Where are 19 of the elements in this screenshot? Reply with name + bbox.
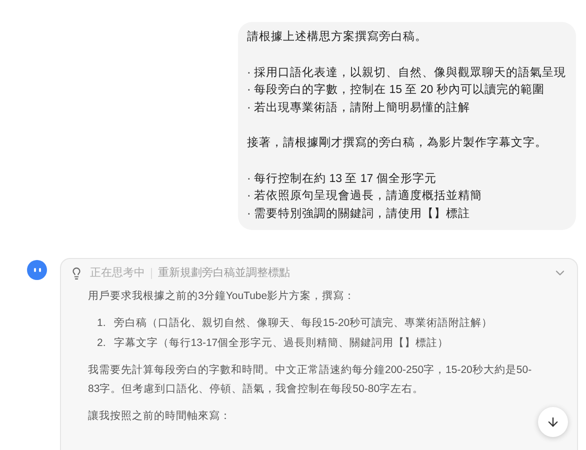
thinking-text: 用戶要求我根據之前的3分鐘YouTube影片方案，撰寫： bbox=[88, 289, 356, 304]
bullet-item: · 需要特別強調的關鍵詞，請使用【】標註 bbox=[247, 206, 472, 222]
list-number: 1. bbox=[97, 316, 106, 331]
thinking-text: 我需要先計算每段旁白的字數和時間。中文正常語速約每分鐘200-250字，15-20秒大約是50-83字。但考慮到口語化、停頓、語氣，我會控制在每段50-80字左右。 bbox=[88, 363, 533, 397]
thinking-text: 讓我按照之前的時間軸來寫： bbox=[88, 409, 232, 424]
bullet-item: · 採用口語化表達，以親切、自然、像與觀眾聊天的語氣呈現 bbox=[247, 66, 567, 80]
bullet-item: · 若依照原句呈現會過長，請適度概括並精簡 bbox=[247, 188, 484, 204]
bullet-item: · 每段旁白的字數，控制在 15 至 20 秒內可以讀完的範圍 bbox=[247, 82, 546, 98]
list-item-text: 字幕文字（每行13-17個全形字元、過長則精簡、關鍵詞用【】標註） bbox=[114, 336, 449, 351]
assistant-avatar bbox=[27, 260, 47, 280]
bullet-item: · 若出現專業術語，請附上簡明易懂的註解 bbox=[247, 100, 472, 116]
list-number: 2. bbox=[97, 336, 106, 351]
bullet-item: · 每行控制在約 13 至 17 個全形字元 bbox=[247, 171, 438, 186]
message-text: 請根據上述構思方案撰寫旁白稿。 bbox=[247, 29, 428, 45]
lightbulb-icon bbox=[70, 266, 83, 280]
thinking-title: 重新規劃旁白稿並調整標點 bbox=[158, 266, 290, 281]
list-item-text: 旁白稿（口語化、親切自然、像聊天、每段15-20秒可讀完、專業術語附註解） bbox=[114, 316, 493, 331]
thinking-status: 正在思考中 bbox=[90, 266, 145, 281]
message-text: 接著，請根據剛才撰寫的旁白稿，為影片製作字幕文字。 bbox=[247, 135, 548, 151]
